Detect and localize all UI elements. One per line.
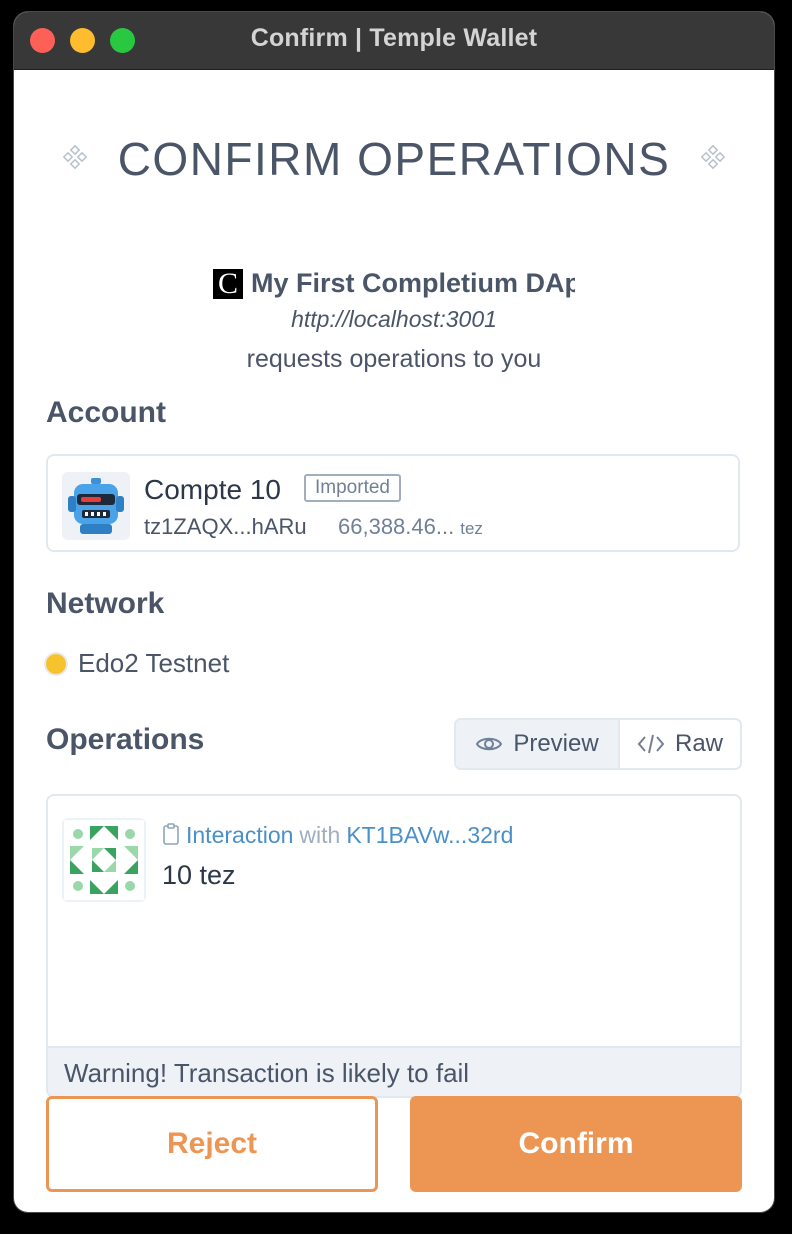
account-balance: 66,388.46... tez — [338, 514, 483, 540]
preview-tab[interactable]: Preview — [456, 720, 620, 768]
window-title: Confirm | Temple Wallet — [250, 24, 538, 52]
operation-summary: Interaction with KT1BAVw...32rd — [162, 822, 513, 849]
operation-amount: 10 tez — [162, 860, 236, 890]
clipboard-icon — [163, 823, 179, 845]
account-address: tz1ZAQX...hARu — [144, 514, 307, 539]
diamond-ornament-icon — [700, 145, 725, 169]
confirm-content: CONFIRM OPERATIONS C My First Completium … — [14, 70, 774, 1212]
operations-card: Interaction with KT1BAVw...32rd 10 tez War… — [46, 794, 742, 1098]
network-name: Edo2 Testnet — [78, 648, 230, 678]
operations-section-label: Operations — [46, 723, 205, 756]
title-bar: Confirm | Temple Wallet — [14, 12, 774, 70]
dapp-name: My First Completium DApp — [251, 268, 575, 298]
network-section-label: Network — [46, 587, 165, 620]
robot-avatar-icon — [62, 472, 130, 540]
app-window: Confirm | Temple Wallet CONFIRM OPERATIO… — [14, 12, 774, 1212]
raw-tab-label: Raw — [674, 730, 723, 757]
operation-type: Interaction — [186, 822, 294, 848]
dapp-url: http://localhost:3001 — [291, 306, 497, 332]
dapp-logo-icon: C — [213, 268, 243, 299]
diamond-ornament-icon — [63, 145, 88, 169]
balance-unit: tez — [460, 519, 483, 538]
contract-address-link[interactable]: KT1BAVw...32rd — [346, 822, 513, 848]
dapp-info: C My First Completium DApp — [14, 268, 774, 304]
preview-tab-label: Preview — [513, 730, 599, 757]
raw-tab[interactable]: Raw — [620, 720, 740, 768]
network-status-dot — [46, 654, 66, 674]
reject-button[interactable]: Reject — [46, 1096, 378, 1192]
page-title: CONFIRM OPERATIONS — [117, 133, 671, 185]
confirm-button[interactable]: Confirm — [410, 1096, 742, 1192]
account-card[interactable]: Compte 10 Imported tz1ZAQX...hARu 66,388… — [46, 454, 740, 552]
eye-icon — [476, 737, 503, 751]
account-type-badge: Imported — [304, 474, 401, 502]
warning-message: Warning! Transaction is likely to fail — [48, 1046, 740, 1096]
view-mode-toggle: Preview Raw — [454, 718, 742, 770]
account-section-label: Account — [46, 396, 166, 429]
account-name: Compte 10 — [144, 474, 281, 505]
code-icon — [637, 734, 665, 754]
balance-value: 66,388.46... — [338, 514, 455, 539]
operation-with: with — [299, 822, 341, 848]
contract-identicon-icon — [62, 818, 146, 902]
heading-row: CONFIRM OPERATIONS — [14, 132, 774, 194]
dapp-request-text: requests operations to you — [246, 345, 542, 373]
